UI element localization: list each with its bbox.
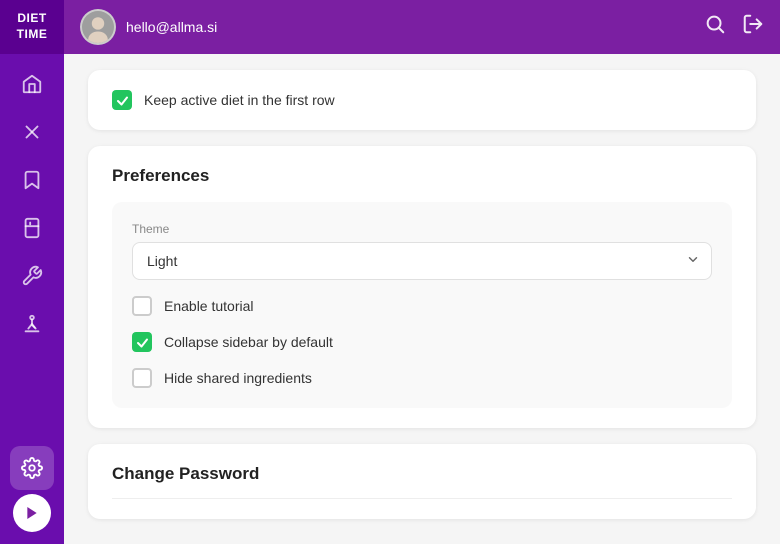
keep-active-diet-card: Keep active diet in the first row	[88, 70, 756, 130]
keep-active-diet-label: Keep active diet in the first row	[144, 92, 335, 108]
header-email: hello@allma.si	[126, 19, 694, 35]
search-icon[interactable]	[704, 13, 726, 41]
sidebar-bottom	[10, 446, 54, 532]
change-password-divider	[112, 498, 732, 499]
sidebar-item-settings[interactable]	[10, 446, 54, 490]
main-content: hello@allma.si Keep active diet in the f…	[64, 0, 780, 544]
logout-icon[interactable]	[742, 13, 764, 41]
hide-shared-row[interactable]: Hide shared ingredients	[132, 368, 712, 388]
sidebar-item-bookmark[interactable]	[10, 158, 54, 202]
change-password-title: Change Password	[112, 464, 732, 484]
preferences-card: Preferences Theme Light Dark System	[88, 146, 756, 428]
preferences-inner: Theme Light Dark System	[112, 202, 732, 408]
collapse-sidebar-row[interactable]: Collapse sidebar by default	[132, 332, 712, 352]
collapse-sidebar-checkbox[interactable]	[132, 332, 152, 352]
header-icons	[704, 13, 764, 41]
app-logo: DIET TIME	[0, 0, 64, 54]
sidebar-nav	[10, 62, 54, 446]
sidebar-item-play[interactable]	[13, 494, 51, 532]
hide-shared-checkbox[interactable]	[132, 368, 152, 388]
change-password-card: Change Password	[88, 444, 756, 519]
enable-tutorial-checkbox[interactable]	[132, 296, 152, 316]
theme-label: Theme	[132, 222, 712, 236]
sidebar-item-fridge[interactable]	[10, 206, 54, 250]
sidebar-item-tools[interactable]	[10, 254, 54, 298]
sidebar: DIET TIME	[0, 0, 64, 544]
enable-tutorial-row[interactable]: Enable tutorial	[132, 296, 712, 316]
content-area: Keep active diet in the first row Prefer…	[64, 54, 780, 544]
hide-shared-label: Hide shared ingredients	[164, 370, 312, 386]
theme-group: Theme Light Dark System	[132, 222, 712, 280]
avatar	[80, 9, 116, 45]
collapse-sidebar-label: Collapse sidebar by default	[164, 334, 333, 350]
sidebar-item-activity[interactable]	[10, 302, 54, 346]
sidebar-item-food[interactable]	[10, 110, 54, 154]
sidebar-item-home[interactable]	[10, 62, 54, 106]
theme-select[interactable]: Light Dark System	[132, 242, 712, 280]
preferences-title: Preferences	[112, 166, 732, 186]
theme-select-wrapper[interactable]: Light Dark System	[132, 242, 712, 280]
keep-active-diet-checkbox[interactable]	[112, 90, 132, 110]
enable-tutorial-label: Enable tutorial	[164, 298, 254, 314]
header: hello@allma.si	[64, 0, 780, 54]
